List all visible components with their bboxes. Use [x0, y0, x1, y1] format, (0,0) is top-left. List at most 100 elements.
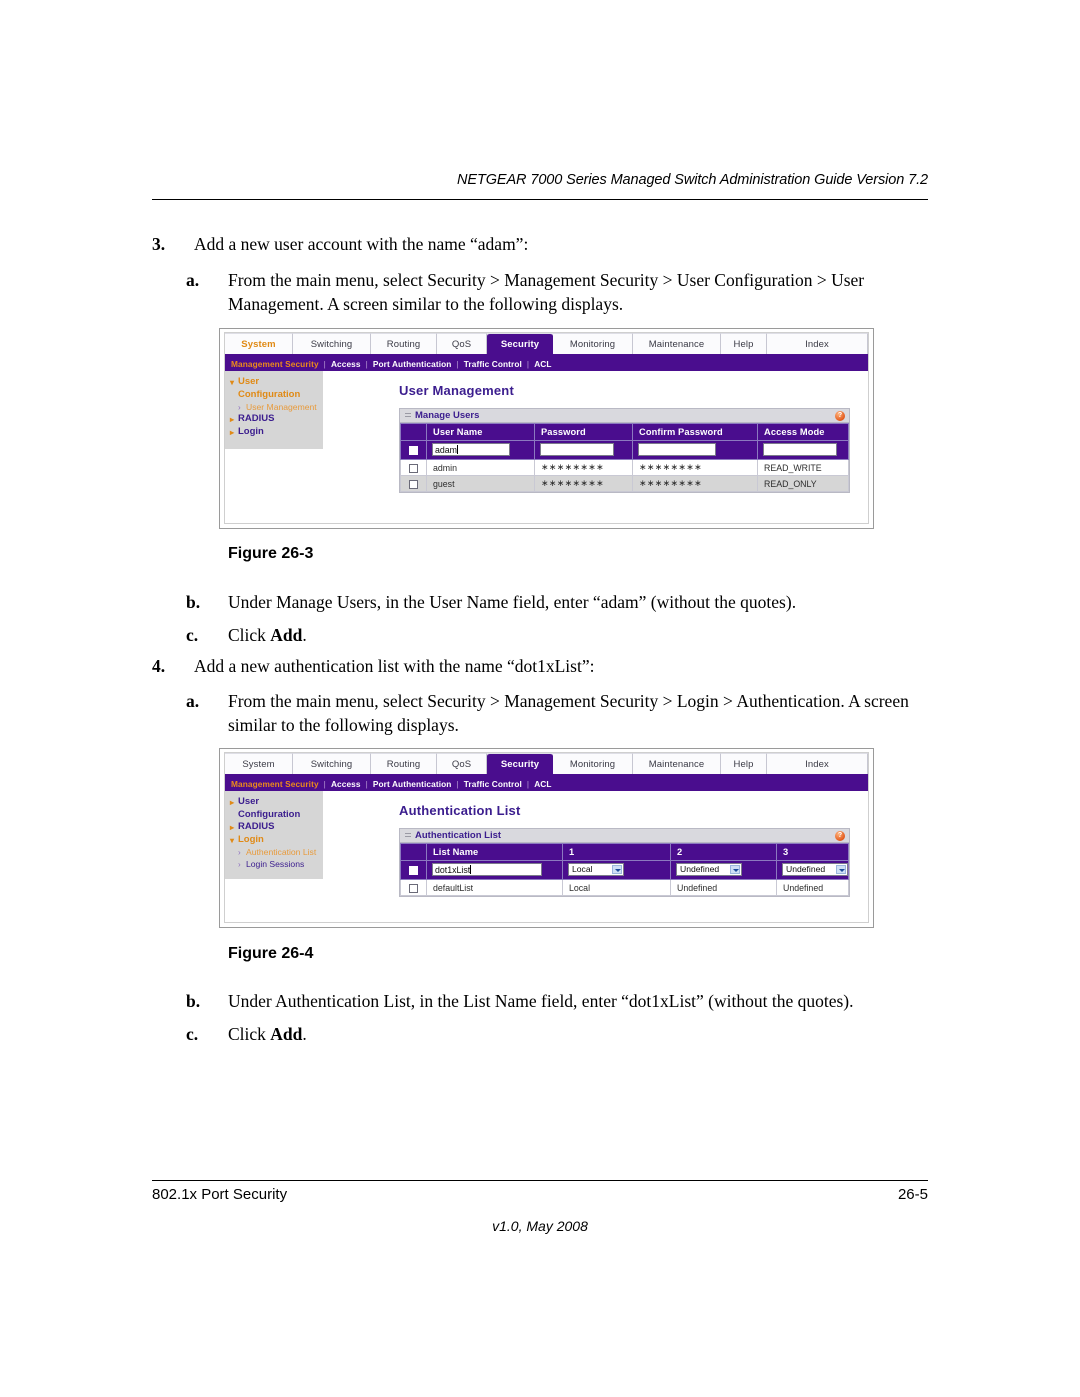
tab-help[interactable]: Help [721, 753, 767, 774]
sidebar-item-user-management[interactable]: › User Management [225, 401, 323, 413]
col-access-mode: Access Mode [757, 423, 849, 441]
tab-index[interactable]: Index [767, 753, 868, 774]
method-2-cell[interactable]: Undefined [670, 860, 777, 880]
col-password: Password [534, 423, 633, 441]
tab-maintenance[interactable]: Maintenance [633, 753, 721, 774]
help-icon[interactable]: ? [835, 411, 845, 421]
sidebar-item-radius[interactable]: ▸ RADIUS [225, 413, 323, 426]
sidebar-item-user-configuration[interactable]: ▾ User [225, 376, 323, 389]
sidebar-item-label: User [238, 376, 260, 387]
row-checkbox[interactable] [409, 463, 418, 473]
tab-maintenance[interactable]: Maintenance [633, 333, 721, 354]
subnav-traffic-control[interactable]: Traffic Control [464, 779, 522, 789]
method-3-cell[interactable]: Undefined [776, 860, 849, 880]
subnav-separator: | [456, 358, 459, 369]
step-3a: a. From the main menu, select Security >… [186, 268, 946, 316]
step-3b-text: Under Manage Users, in the User Name fie… [228, 592, 797, 612]
tab-index[interactable]: Index [767, 333, 868, 354]
help-icon[interactable]: ? [835, 831, 845, 841]
sidebar-item-user-configuration[interactable]: ▸ User [225, 796, 323, 809]
tab-routing[interactable]: Routing [371, 333, 437, 354]
figure-26-4-screenshot: System Switching Routing QoS Security Mo… [219, 748, 874, 928]
sidebar-item-login[interactable]: ▸ Login [225, 426, 323, 439]
row-checkbox[interactable] [409, 446, 418, 456]
figure1-viewport: System Switching Routing QoS Security Mo… [224, 332, 869, 524]
password-cell[interactable] [534, 440, 633, 460]
user-name-cell[interactable]: adam [426, 440, 535, 460]
sidebar-item-radius[interactable]: ▸ RADIUS [225, 821, 323, 834]
step-3a-number: a. [186, 270, 200, 290]
row-checkbox[interactable] [409, 866, 418, 876]
tab-security[interactable]: Security [487, 753, 553, 774]
subnav-separator: | [456, 778, 459, 789]
subnav-separator: | [365, 778, 368, 789]
figure1-tabbar: System Switching Routing QoS Security Mo… [225, 333, 868, 356]
row-checkbox-cell[interactable] [400, 860, 427, 880]
subnav-acl[interactable]: ACL [534, 359, 551, 369]
step-3c: c. Click Add. [186, 623, 586, 647]
method-2-select[interactable]: Undefined [676, 862, 742, 876]
cell-method-3: Undefined [776, 879, 849, 896]
sidebar-item-authentication-list[interactable]: › Authentication List [225, 846, 323, 858]
bullet-icon: › [238, 860, 241, 869]
table-row[interactable]: guest ∗∗∗∗∗∗∗∗ ∗∗∗∗∗∗∗∗ READ_ONLY [400, 475, 849, 492]
subnav-management-security[interactable]: Management Security [231, 359, 319, 369]
confirm-password-cell[interactable] [632, 440, 758, 460]
cell-access-mode: READ_ONLY [757, 475, 849, 492]
subnav-port-authentication[interactable]: Port Authentication [373, 359, 452, 369]
subnav-access[interactable]: Access [331, 779, 361, 789]
table-row[interactable]: defaultList Local Undefined Undefined [400, 879, 849, 896]
subnav-port-authentication[interactable]: Port Authentication [373, 779, 452, 789]
chevron-down-icon[interactable] [730, 864, 740, 874]
tab-monitoring[interactable]: Monitoring [553, 333, 633, 354]
tab-security[interactable]: Security [487, 333, 553, 354]
subnav-traffic-control[interactable]: Traffic Control [464, 359, 522, 369]
list-name-input[interactable]: dot1xList [432, 862, 542, 876]
list-name-cell[interactable]: dot1xList [426, 860, 563, 880]
figure2-viewport: System Switching Routing QoS Security Mo… [224, 752, 869, 923]
subnav-access[interactable]: Access [331, 359, 361, 369]
tab-qos[interactable]: QoS [437, 333, 487, 354]
step-4a-number: a. [186, 691, 200, 711]
row-checkbox-cell[interactable] [400, 459, 427, 476]
table-header-row: User Name Password Confirm Password Acce… [400, 423, 849, 441]
tab-routing[interactable]: Routing [371, 753, 437, 774]
subnav-acl[interactable]: ACL [534, 779, 551, 789]
tab-help[interactable]: Help [721, 333, 767, 354]
chevron-down-icon[interactable] [836, 864, 846, 874]
row-checkbox-cell[interactable] [400, 475, 427, 492]
manage-users-panel-header: Manage Users ? [400, 409, 849, 423]
access-mode-input[interactable] [763, 442, 837, 456]
document-page: NETGEAR 7000 Series Managed Switch Admin… [0, 0, 1080, 1397]
password-input[interactable] [540, 442, 614, 456]
access-mode-cell[interactable] [757, 440, 849, 460]
tab-switching[interactable]: Switching [293, 753, 371, 774]
table-row[interactable]: admin ∗∗∗∗∗∗∗∗ ∗∗∗∗∗∗∗∗ READ_WRITE [400, 459, 849, 476]
method-1-cell[interactable]: Local [562, 860, 671, 880]
method-3-select[interactable]: Undefined [782, 862, 848, 876]
sidebar-item-login[interactable]: ▾ Login [225, 834, 323, 847]
tab-qos[interactable]: QoS [437, 753, 487, 774]
subnav-management-security[interactable]: Management Security [231, 779, 319, 789]
row-checkbox-cell[interactable] [400, 879, 427, 896]
sidebar-item-label: Login Sessions [246, 859, 305, 869]
row-checkbox[interactable] [409, 479, 418, 489]
confirm-password-input[interactable] [638, 442, 716, 456]
tab-system[interactable]: System [225, 753, 293, 774]
col-user-name: User Name [426, 423, 535, 441]
tab-switching[interactable]: Switching [293, 333, 371, 354]
method-1-select[interactable]: Local [568, 862, 624, 876]
step-4c-bold: Add [270, 1024, 303, 1044]
row-checkbox[interactable] [409, 883, 418, 893]
figure-26-4-caption: Figure 26-4 [228, 945, 314, 962]
grip-icon [405, 832, 411, 839]
chevron-down-icon[interactable] [612, 864, 622, 874]
authentication-list-table: List Name 1 2 3 dot1xList Local Undefine… [400, 843, 849, 896]
new-list-edit-row: dot1xList Local Undefined Undefined [400, 860, 849, 880]
user-name-input[interactable]: adam [432, 442, 510, 456]
tab-system[interactable]: System [225, 333, 293, 354]
tab-monitoring[interactable]: Monitoring [553, 753, 633, 774]
row-checkbox-cell[interactable] [400, 440, 427, 460]
step-4c-number: c. [186, 1024, 199, 1044]
sidebar-item-login-sessions[interactable]: › Login Sessions [225, 858, 323, 870]
